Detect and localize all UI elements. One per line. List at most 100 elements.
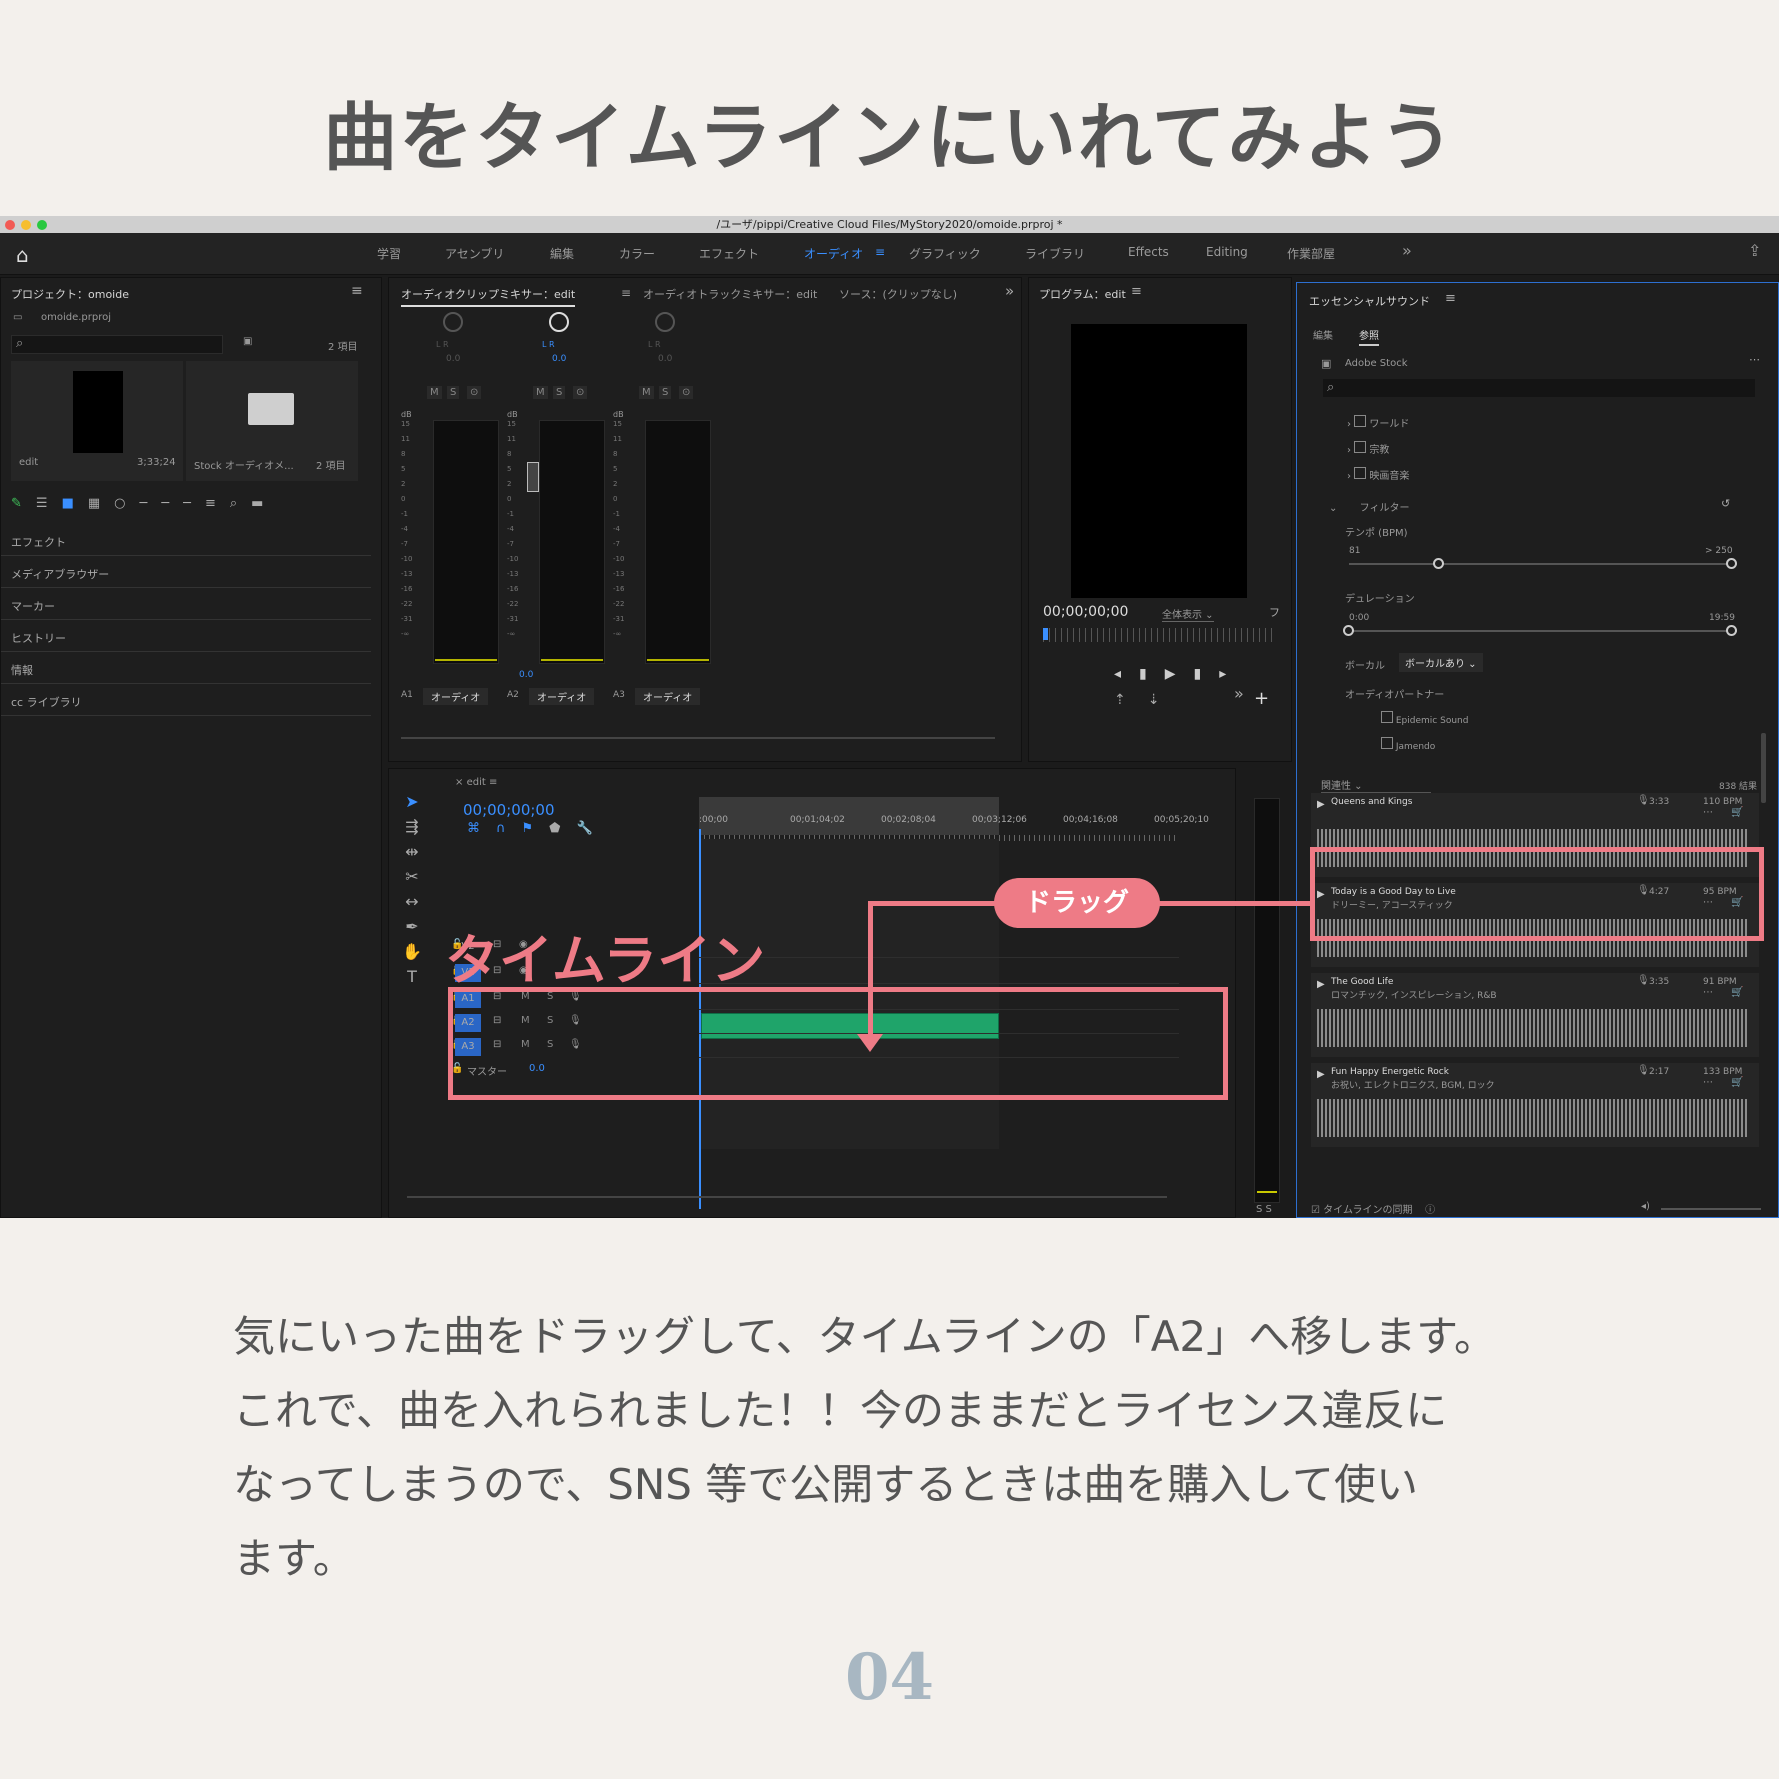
msr-button[interactable]: ⊙ — [467, 386, 482, 399]
find-icon[interactable]: ⌕ — [230, 496, 251, 511]
cart-icon[interactable]: 🛒 — [1731, 1077, 1743, 1088]
msr-button[interactable]: S — [447, 386, 460, 399]
tab-cc-libraries[interactable]: cc ライブラリ — [11, 694, 82, 710]
lift-icon[interactable]: ⇡ — [1114, 692, 1148, 708]
new-bin-icon[interactable]: ▣ — [243, 336, 252, 347]
tab-media-browser[interactable]: メディアブラウザー — [11, 566, 109, 582]
category-film-music[interactable]: › 映画音楽 — [1347, 467, 1409, 482]
share-icon[interactable]: ⇪ — [1748, 241, 1761, 260]
list-view-icon[interactable]: ☰ — [36, 496, 62, 511]
more-icon[interactable]: ⋯ — [1703, 987, 1713, 998]
msr-button[interactable]: ⊙ — [573, 386, 588, 399]
checkbox[interactable] — [1354, 441, 1367, 453]
tab-markers[interactable]: マーカー — [11, 598, 55, 614]
more-buttons-icon[interactable]: » — [1234, 684, 1244, 703]
pan-knob[interactable] — [655, 312, 675, 332]
zoom-window-button[interactable] — [37, 220, 47, 230]
panel-menu-icon[interactable]: ≡ — [351, 283, 363, 299]
fit-dropdown[interactable]: 全体表示 ⌄ — [1162, 606, 1214, 622]
tab-history[interactable]: ヒストリー — [11, 630, 66, 646]
tab-effects-jp[interactable]: エフェクト — [699, 245, 759, 262]
cart-icon[interactable]: 🛒 — [1731, 807, 1743, 818]
tab-workroom[interactable]: 作業部屋 — [1287, 245, 1335, 262]
program-playhead[interactable] — [1043, 628, 1048, 640]
panel-menu-icon[interactable]: ≡ — [1445, 291, 1456, 306]
msr-button[interactable]: M — [533, 386, 548, 399]
pen-tool-icon[interactable]: ✒ — [397, 914, 427, 939]
partner-jamendo[interactable]: Jamendo — [1381, 737, 1435, 752]
nest-icon[interactable]: ⌘ — [467, 821, 496, 836]
resolution-dropdown[interactable]: フ — [1269, 604, 1280, 620]
ripple-edit-tool-icon[interactable]: ⇹ — [397, 839, 427, 864]
checkbox[interactable] — [1381, 737, 1393, 749]
song-waveform[interactable] — [1317, 1009, 1747, 1047]
checkbox[interactable] — [1354, 415, 1367, 427]
tab-audio-track-mixer[interactable]: オーディオトラックミキサー：edit — [643, 286, 817, 302]
preview-volume-slider[interactable] — [1661, 1208, 1761, 1210]
sort-icon[interactable]: ≡ — [205, 496, 230, 511]
category-world[interactable]: › ワールド — [1347, 415, 1409, 430]
tempo-handle-max[interactable] — [1726, 558, 1737, 569]
reset-filter-icon[interactable]: ↺ — [1721, 497, 1730, 510]
pan-knob[interactable] — [443, 312, 463, 332]
tab-info[interactable]: 情報 — [11, 662, 33, 678]
tab-learn[interactable]: 学習 — [377, 245, 401, 262]
razor-tool-icon[interactable]: ✂ — [397, 864, 427, 889]
add-button-icon[interactable]: + — [1254, 688, 1269, 709]
volume-fader[interactable] — [527, 462, 539, 492]
zoom-slider[interactable]: ○─── — [114, 496, 205, 511]
timeline-ruler[interactable]: :00;00 00;01;04;02 00;02;08;04 00;03;12;06 0… — [699, 797, 1209, 835]
more-workspaces-icon[interactable]: » — [1402, 241, 1412, 260]
timeline-sync-toggle[interactable]: ☑ タイムラインの同期 ⓘ — [1311, 1201, 1435, 1216]
play-preview-icon[interactable]: ▶ — [1317, 1069, 1325, 1080]
play-icon[interactable]: ▶ — [1165, 666, 1194, 682]
stock-search-input[interactable] — [1323, 379, 1755, 397]
more-options-icon[interactable]: ⋯ — [1749, 353, 1760, 366]
tab-source[interactable]: ソース：(クリップなし) — [839, 286, 957, 302]
minimize-window-button[interactable] — [21, 220, 31, 230]
msr-button[interactable]: S — [553, 386, 566, 399]
panel-menu-icon[interactable]: ≡ — [1131, 284, 1142, 299]
filter-toggle[interactable]: ⌄ フィルター — [1329, 499, 1409, 514]
tab-edit[interactable]: 編集 — [550, 245, 574, 262]
duration-slider[interactable] — [1349, 630, 1737, 632]
marker-icon[interactable]: ⬟ — [549, 821, 576, 836]
checkbox[interactable] — [1354, 467, 1367, 479]
pencil-icon[interactable]: ✎ — [11, 496, 36, 511]
meter-solo-buttons[interactable]: S S — [1256, 1204, 1272, 1215]
msr-button[interactable]: S — [659, 386, 672, 399]
wrench-icon[interactable]: 🔧 — [576, 821, 608, 836]
msr-button[interactable]: M — [427, 386, 442, 399]
song-row[interactable]: ▶ Fun Happy Energetic Rock お祝い, エレクトロニクス, … — [1311, 1063, 1759, 1147]
tab-library[interactable]: ライブラリ — [1025, 245, 1085, 262]
tab-essential-browse[interactable]: 参照 — [1359, 327, 1379, 346]
duration-handle-max[interactable] — [1726, 625, 1737, 636]
track-select-tool-icon[interactable]: ⇶ — [397, 814, 427, 839]
cart-icon[interactable]: 🛒 — [1731, 987, 1743, 998]
icon-view-icon[interactable]: ■ — [62, 496, 88, 511]
bin-item-stock[interactable]: Stock オーディオメ... 2 項目 — [186, 361, 358, 481]
selection-tool-icon[interactable]: ➤ — [397, 789, 427, 814]
tab-assembly[interactable]: アセンブリ — [445, 245, 504, 262]
tempo-handle-min[interactable] — [1433, 558, 1444, 569]
snap-icon[interactable]: ∩ — [496, 821, 522, 836]
home-icon[interactable]: ⌂ — [16, 243, 29, 267]
msr-button[interactable]: M — [639, 386, 654, 399]
play-preview-icon[interactable]: ▶ — [1317, 979, 1325, 990]
partner-epidemic[interactable]: Epidemic Sound — [1381, 711, 1468, 726]
program-time-ruler[interactable] — [1043, 628, 1275, 642]
step-back-icon[interactable]: ◂▮ — [1114, 666, 1165, 682]
tab-graphics[interactable]: グラフィック — [909, 245, 981, 262]
step-forward-icon[interactable]: ▮▸ — [1194, 666, 1245, 682]
duration-handle-min[interactable] — [1343, 625, 1354, 636]
bin-item-edit[interactable]: edit 3;33;24 — [11, 361, 183, 481]
mixer-scrollbar[interactable] — [401, 737, 995, 739]
more-panels-icon[interactable]: » — [1005, 282, 1014, 300]
project-search-input[interactable] — [11, 335, 223, 354]
play-preview-icon[interactable]: ▶ — [1317, 799, 1325, 810]
extract-icon[interactable]: ⇣ — [1148, 692, 1182, 708]
freeform-view-icon[interactable]: ▦ — [88, 496, 114, 511]
tab-color[interactable]: カラー — [619, 245, 655, 262]
tab-effects-panel[interactable]: エフェクト — [11, 534, 66, 550]
program-timecode[interactable]: 00;00;00;00 — [1043, 604, 1128, 620]
